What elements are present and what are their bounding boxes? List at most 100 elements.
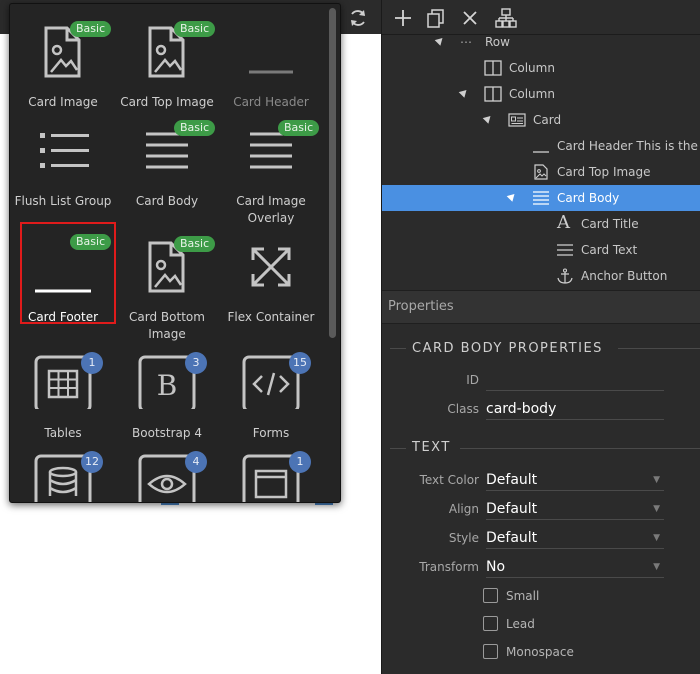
palette-item-card-image[interactable]: Basic Card Image [11, 14, 115, 126]
class-field[interactable]: card-body [486, 399, 664, 420]
palette-item-tables[interactable]: 1 Tables [11, 345, 115, 457]
tree-node-label: Anchor Button [581, 269, 668, 283]
monospace-checkbox[interactable] [483, 644, 498, 659]
palette-item-card-body[interactable]: Basic Card Body [115, 113, 219, 225]
lead-checkbox[interactable] [483, 616, 498, 631]
style-select[interactable]: Default ▼ [486, 528, 664, 549]
monospace-checkbox-label: Monospace [506, 645, 574, 659]
tree-node-card[interactable]: Card [382, 107, 700, 133]
element-tree: ⋯ Row Column Column Card Card Header Thi… [382, 34, 700, 290]
palette-item-card-top-image[interactable]: Basic Card Top Image [115, 14, 219, 126]
tree-node-card-header[interactable]: Card Header This is the h [382, 133, 700, 159]
card-icon [508, 113, 526, 127]
collapse-arrow-icon[interactable] [434, 35, 446, 46]
transform-label: Transform [419, 560, 479, 574]
lines-icon [533, 191, 549, 205]
basic-badge: Basic [278, 120, 320, 136]
line-icon [249, 70, 293, 74]
tree-node-label: Card Top Image [557, 165, 651, 179]
palette-item-card-image-overlay[interactable]: Basic Card Image Overlay [219, 113, 323, 225]
palette-item-flex-container[interactable]: Flex Container [219, 229, 323, 341]
palette-item-label: Bootstrap 4 [132, 426, 202, 440]
palette-item-card-header[interactable]: Card Header [219, 14, 323, 126]
lines-icon [557, 244, 573, 256]
tree-node-card-body[interactable]: Card Body [382, 185, 700, 211]
divider [390, 348, 406, 349]
column-icon [484, 60, 502, 76]
column-icon [484, 86, 502, 102]
ellipsis-icon: ⋯ [460, 35, 472, 49]
palette-item-label: Card Top Image [120, 95, 214, 109]
tree-node-card-title[interactable]: A Card Title [382, 211, 700, 237]
tree-node-label: Card Header This is the h [557, 139, 700, 153]
palette-item-label: Flex Container [227, 310, 315, 324]
transform-value: No [486, 559, 506, 575]
palette-item-label: Flush List Group [14, 194, 112, 208]
style-value: Default [486, 530, 538, 546]
palette-item-forms[interactable]: 15 Forms [219, 345, 323, 457]
id-label: ID [466, 373, 479, 387]
palette-item-card-bottom-image[interactable]: Basic Card Bottom Image [115, 229, 219, 341]
transform-select[interactable]: No ▼ [486, 557, 664, 578]
palette-item-label: Card Image [28, 95, 98, 109]
palette-item-window[interactable]: 1 [219, 444, 323, 502]
palette-item-visibility[interactable]: 4 [115, 444, 219, 502]
database-icon [34, 454, 92, 502]
collapse-arrow-icon[interactable] [482, 113, 494, 124]
tree-node-anchor-button[interactable]: Anchor Button [382, 263, 700, 289]
palette-item-bootstrap-4[interactable]: B 3 Bootstrap 4 [115, 345, 219, 457]
letter-a-icon: A [557, 212, 570, 233]
count-badge: 1 [81, 352, 103, 374]
hierarchy-icon[interactable] [495, 7, 517, 29]
properties-header[interactable]: Properties [382, 290, 700, 324]
palette-scrollbar[interactable] [329, 8, 336, 338]
dropdown-caret-icon: ▼ [653, 504, 660, 514]
refresh-icon[interactable] [347, 7, 369, 29]
basic-badge: Basic [174, 120, 216, 136]
palette-item-flush-list-group[interactable]: Flush List Group [11, 113, 115, 225]
duplicate-icon[interactable] [425, 7, 447, 29]
id-field[interactable] [486, 370, 664, 391]
inspector-panel: ⋯ Row Column Column Card Card Header Thi… [381, 0, 700, 674]
tree-node-label: Card Body [557, 191, 620, 205]
count-badge: 1 [289, 451, 311, 473]
tree-node-label: Column [509, 87, 555, 101]
eye-icon [138, 454, 196, 502]
close-icon[interactable] [459, 7, 481, 29]
basic-badge: Basic [70, 21, 112, 37]
small-checkbox[interactable] [483, 588, 498, 603]
dropdown-caret-icon: ▼ [653, 562, 660, 572]
count-badge: 3 [185, 352, 207, 374]
align-select[interactable]: Default ▼ [486, 499, 664, 520]
component-palette-popup: Basic Card Image Basic Card Top Image Ca… [9, 3, 341, 503]
tree-node-column[interactable]: Column [382, 55, 700, 81]
basic-badge: Basic [174, 21, 216, 37]
window-icon [242, 454, 300, 502]
tree-node-card-top-image[interactable]: Card Top Image [382, 159, 700, 185]
section-title-text: TEXT [412, 440, 451, 455]
lead-checkbox-label: Lead [506, 617, 535, 631]
tree-node-card-text[interactable]: Card Text [382, 237, 700, 263]
small-checkbox-label: Small [506, 589, 540, 603]
svg-text:B: B [157, 369, 178, 402]
text-color-label: Text Color [419, 473, 479, 487]
collapse-arrow-icon[interactable] [458, 87, 470, 98]
tree-node-row[interactable]: ⋯ Row [382, 29, 700, 55]
add-icon[interactable] [392, 7, 414, 29]
text-color-select[interactable]: Default ▼ [486, 470, 664, 491]
divider [390, 448, 406, 449]
highlight-box [20, 222, 116, 324]
image-file-icon [534, 164, 548, 180]
palette-item-label: Card Bottom Image [129, 310, 205, 341]
tree-node-label: Card Title [581, 217, 639, 231]
divider [618, 348, 700, 349]
palette-item-label: Tables [44, 426, 82, 440]
collapse-arrow-icon[interactable] [506, 191, 518, 202]
expand-arrows-icon [251, 247, 291, 287]
palette-item-label: Card Header [233, 95, 309, 109]
palette-item-database[interactable]: 12 [11, 444, 115, 502]
dropdown-caret-icon: ▼ [653, 475, 660, 485]
tree-node-column[interactable]: Column [382, 81, 700, 107]
palette-item-label: Card Image Overlay [236, 194, 306, 225]
count-badge: 4 [185, 451, 207, 473]
